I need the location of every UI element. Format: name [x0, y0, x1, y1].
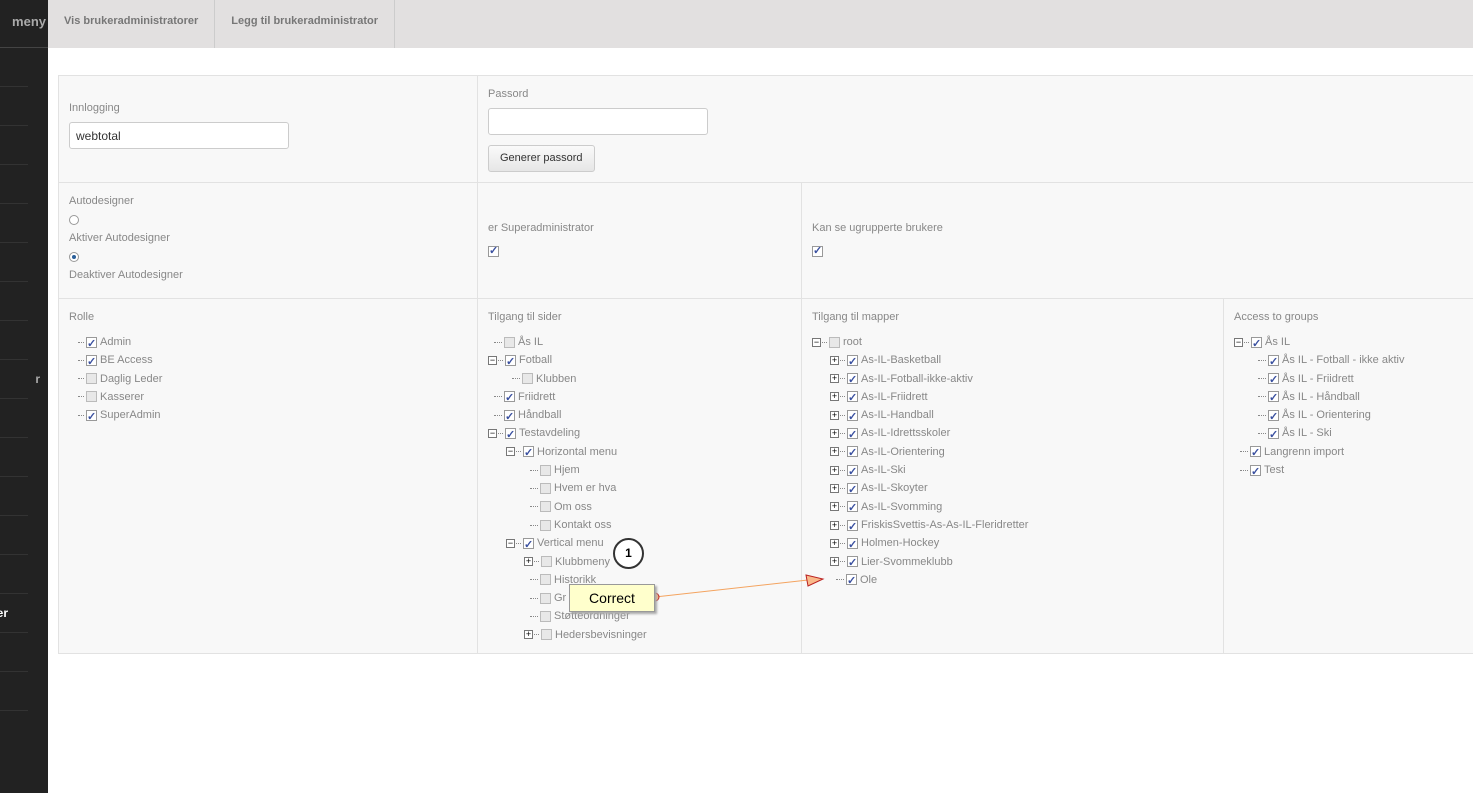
- arrow-head-icon: [805, 574, 825, 587]
- annotation-label: Correct: [569, 584, 655, 612]
- annotation-arrow: [650, 574, 825, 602]
- annotation-number: 1: [613, 538, 644, 569]
